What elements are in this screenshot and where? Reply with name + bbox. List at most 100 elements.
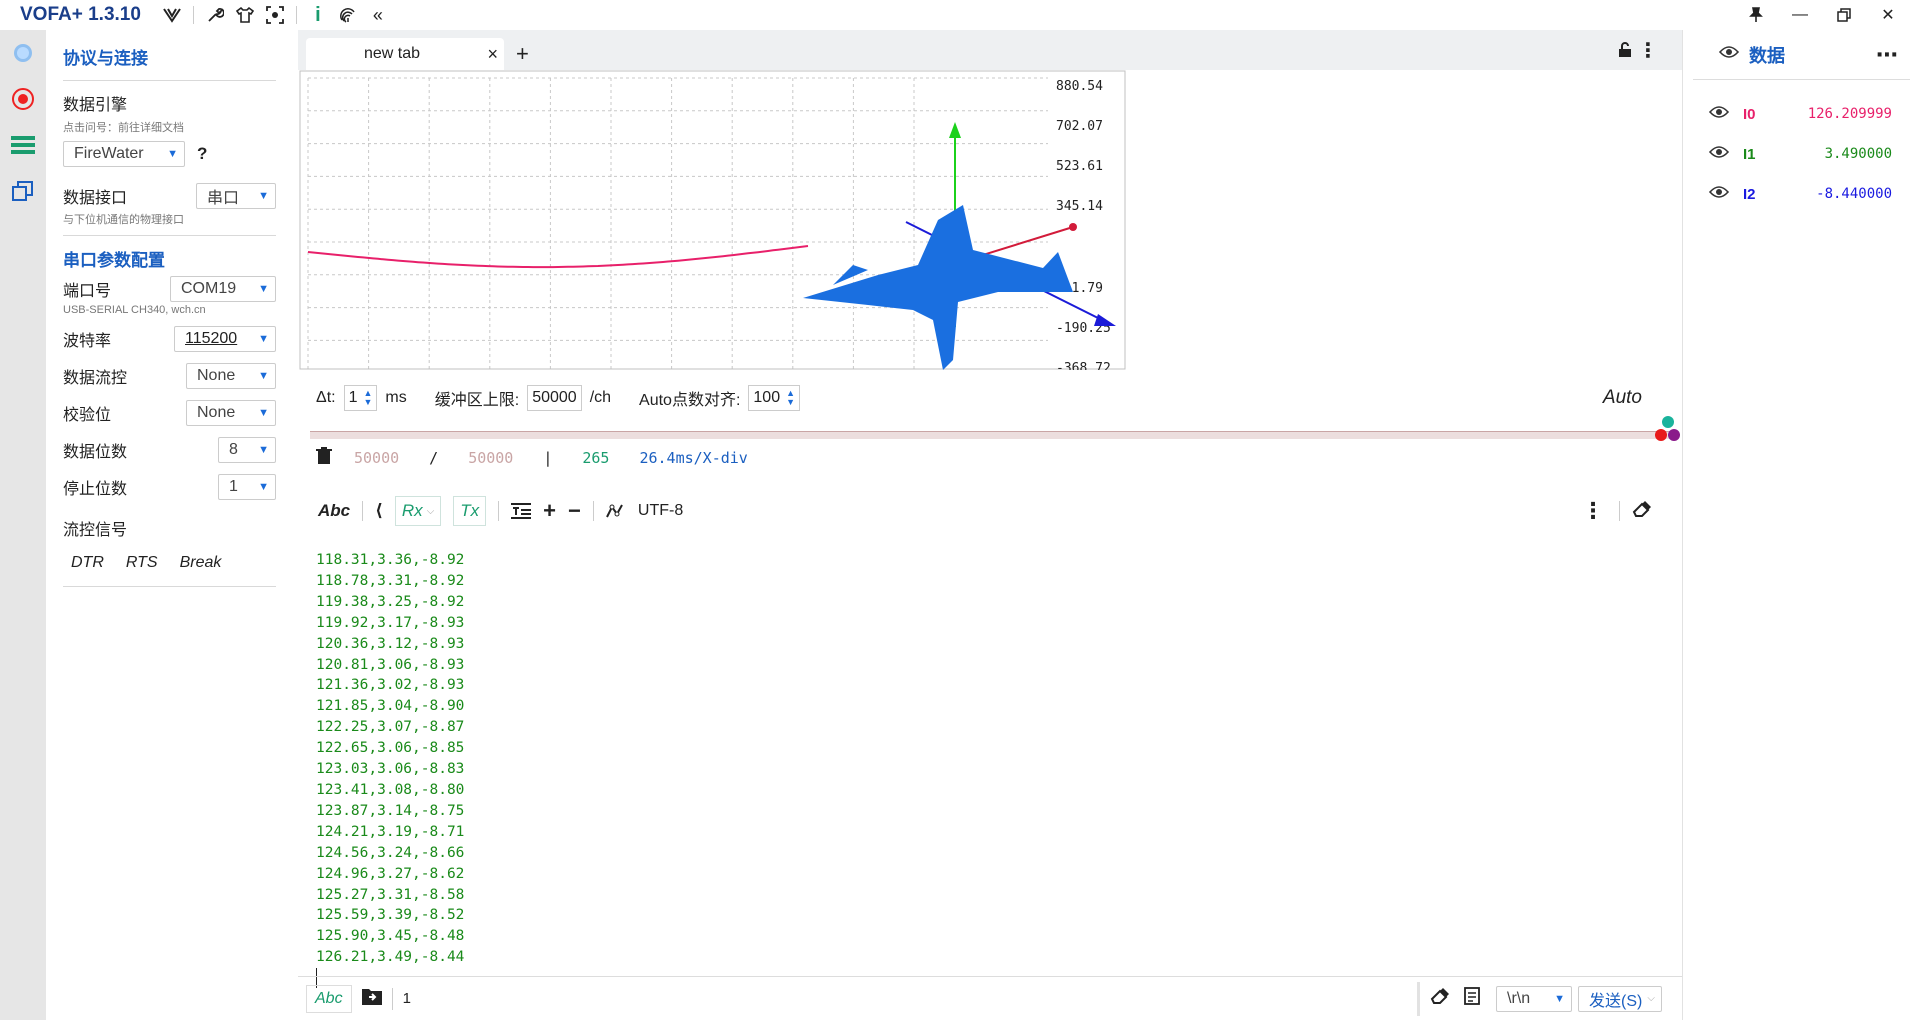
pin-icon[interactable] <box>1734 0 1778 30</box>
dtr-button[interactable]: DTR <box>71 554 104 572</box>
buffer-value: 50000 <box>532 389 577 406</box>
zoom-in-icon[interactable]: + <box>543 496 556 526</box>
auto-align-input[interactable]: 100 ▲ ▼ <box>748 385 801 411</box>
terminal-line: 120.81,3.06,-8.93 <box>316 656 465 673</box>
send-button[interactable]: 发送(S) ⌵ <box>1578 985 1662 1012</box>
eye-icon[interactable] <box>1708 145 1730 164</box>
divider <box>63 235 276 236</box>
z-arrowhead <box>1094 314 1116 326</box>
stopbits-value: 1 <box>229 478 238 495</box>
fingerprint-icon[interactable] <box>333 0 363 30</box>
terminal-line: 118.31,3.36,-8.92 <box>316 552 465 568</box>
encoding-icon[interactable] <box>605 496 626 526</box>
minimize-icon[interactable]: — <box>1778 0 1822 30</box>
send-input[interactable]: 1 <box>403 990 1417 1007</box>
close-icon[interactable]: ✕ <box>1866 0 1910 30</box>
chevron-down-icon: ▼ <box>258 444 269 456</box>
more-icon[interactable]: ⋯ <box>1876 42 1898 68</box>
engine-row: FireWater ▼ ? <box>63 141 276 167</box>
divider <box>1417 981 1420 1016</box>
more-icon[interactable]: ⋮ <box>1638 38 1658 63</box>
flow-select[interactable]: None ▼ <box>186 363 276 389</box>
more-icon[interactable]: ⋮ <box>1582 498 1604 524</box>
history-icon[interactable] <box>1464 987 1480 1010</box>
windows-rail-icon[interactable] <box>0 168 46 214</box>
shirt-icon[interactable] <box>230 0 260 30</box>
rts-button[interactable]: RTS <box>126 554 158 572</box>
tab-close-icon[interactable]: × <box>487 44 498 65</box>
connection-rail-icon[interactable] <box>0 30 46 76</box>
lock-icon[interactable] <box>1618 42 1632 63</box>
info-icon[interactable]: i <box>303 0 333 30</box>
channel-item[interactable]: I0 126.209999 <box>1683 94 1920 134</box>
left-rail <box>0 30 46 1020</box>
interface-select[interactable]: 串口 ▼ <box>196 183 276 209</box>
data-panel-header: 数据 ⋯ <box>1693 30 1910 80</box>
dt-input[interactable]: 1 ▲ ▼ <box>343 385 378 411</box>
port-hint: USB-SERIAL CH340, wch.cn <box>63 304 206 316</box>
add-tab-button[interactable]: + <box>516 38 529 70</box>
terminal-line: 124.96,3.27,-8.62 <box>316 865 465 882</box>
line-ending-select[interactable]: \r\n ▼ <box>1496 985 1572 1012</box>
eye-icon[interactable] <box>1718 45 1740 64</box>
break-button[interactable]: Break <box>180 554 222 572</box>
screenshot-icon[interactable] <box>260 0 290 30</box>
channel-name: I2 <box>1743 185 1756 203</box>
timestamp-icon[interactable]: ⟨ <box>375 496 383 526</box>
record-rail-icon[interactable] <box>0 76 46 122</box>
format-icon[interactable] <box>511 496 532 526</box>
plot-widget[interactable]: 880.54 702.07 523.61 345.14 -11.79 -190.25 -36… <box>298 70 1128 376</box>
title-bar: VOFA+ 1.3.10 i « — ✕ <box>0 0 1920 30</box>
databits-row: 数据位数 8 ▼ <box>63 437 276 463</box>
channel-item[interactable]: I1 3.490000 <box>1683 134 1920 174</box>
send-abc-button[interactable]: Abc <box>306 984 352 1013</box>
help-button[interactable]: ? <box>197 144 207 164</box>
terminal-output[interactable]: 118.31,3.36,-8.92 118.78,3.31,-8.92 119.38… <box>316 550 1656 990</box>
engine-label: 数据引擎 <box>63 97 128 114</box>
chevron-down-icon: ⌵ <box>1647 993 1655 1004</box>
rx-toggle[interactable]: Rx ⌵ <box>394 496 442 526</box>
parity-select[interactable]: None ▼ <box>186 400 276 426</box>
clear-send-icon[interactable] <box>1430 987 1450 1010</box>
encoding-label[interactable]: UTF-8 <box>638 496 683 526</box>
trash-icon[interactable] <box>316 447 332 469</box>
send-file-icon[interactable] <box>361 987 382 1010</box>
section-title: 协议与连接 <box>63 49 148 68</box>
interface-hint: 与下位机通信的物理接口 <box>63 214 184 226</box>
spinner-icon[interactable]: ▲ ▼ <box>786 389 795 407</box>
series-curve <box>307 245 809 269</box>
chevron-down-icon: ⌵ <box>426 505 435 517</box>
tab-bar: new tab × + ⋮ <box>298 30 1682 70</box>
tab-new-tab[interactable]: new tab × <box>306 38 504 70</box>
eye-icon[interactable] <box>1708 105 1730 124</box>
spinner-icon[interactable]: ▲ ▼ <box>363 389 372 407</box>
send-label: 发送(S) <box>1589 992 1643 1010</box>
buffer-input[interactable]: 50000 <box>527 385 582 411</box>
baud-select[interactable]: 115200 ▼ <box>174 326 276 352</box>
port-select[interactable]: COM19 ▼ <box>170 276 276 302</box>
stopbits-select[interactable]: 1 ▼ <box>218 474 276 500</box>
auto-mode-button[interactable]: Auto <box>1603 387 1642 409</box>
engine-select[interactable]: FireWater ▼ <box>63 141 185 167</box>
tx-toggle[interactable]: Tx <box>453 496 487 526</box>
divider <box>192 6 194 24</box>
eraser-icon[interactable] <box>1632 500 1652 523</box>
list-rail-icon[interactable] <box>0 122 46 168</box>
zoom-out-icon[interactable]: − <box>568 496 581 526</box>
databits-select[interactable]: 8 ▼ <box>218 437 276 463</box>
divider <box>592 501 594 521</box>
wrench-icon[interactable] <box>200 0 230 30</box>
eye-icon[interactable] <box>1708 185 1730 204</box>
collapse-icon[interactable]: « <box>363 0 393 30</box>
abc-button[interactable]: Abc <box>318 496 350 526</box>
vofa-logo-icon[interactable] <box>157 0 187 30</box>
timeline-slider[interactable] <box>310 431 1676 439</box>
timebase: 26.4ms/X-div <box>639 449 748 467</box>
terminal-line: 121.85,3.04,-8.90 <box>316 698 465 715</box>
channel-list: I0 126.209999 I1 3.490000 I2 -8.440000 <box>1683 94 1920 214</box>
slider-handle-purple <box>1668 429 1680 441</box>
plot-canvas[interactable]: 880.54702.07523.61345.14-11.79-190.25-36… <box>298 70 1128 376</box>
divider <box>1619 501 1620 521</box>
restore-icon[interactable] <box>1822 0 1866 30</box>
channel-item[interactable]: I2 -8.440000 <box>1683 174 1920 214</box>
